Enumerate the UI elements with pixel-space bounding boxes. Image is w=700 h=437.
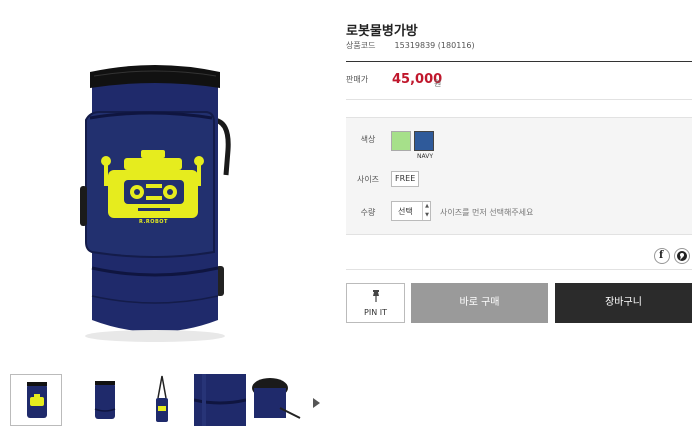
price-label: 판매가 bbox=[346, 75, 369, 84]
thumbnail-strip bbox=[10, 374, 330, 430]
price-row: 판매가 45,000 원 bbox=[346, 70, 692, 94]
color-swatch-caption: NAVY bbox=[417, 153, 433, 160]
stepper-down-icon[interactable]: ▼ bbox=[423, 211, 431, 220]
facebook-icon[interactable]: f bbox=[654, 248, 670, 264]
chevron-right-icon[interactable] bbox=[310, 394, 322, 408]
add-to-cart-button[interactable]: 장바구니 bbox=[555, 283, 692, 323]
thumbnail-front[interactable] bbox=[10, 374, 62, 426]
size-label: 사이즈 bbox=[356, 175, 380, 184]
color-swatch-green[interactable] bbox=[391, 131, 411, 151]
divider bbox=[346, 269, 692, 270]
product-title: 로봇물병가방 bbox=[346, 24, 418, 39]
pin-it-button[interactable]: PIN IT bbox=[346, 283, 405, 323]
product-code-row: 상품코드 15319839 (180116) bbox=[346, 40, 475, 51]
options-panel: 색상 NAVY 사이즈 FREE 수량 선택 ▲ ▼ 사이즈를 먼저 선택해주세… bbox=[346, 117, 692, 235]
stepper-up-icon[interactable]: ▲ bbox=[423, 202, 431, 211]
quantity-value: 선택 bbox=[398, 207, 413, 216]
color-label: 색상 bbox=[360, 135, 376, 144]
size-option-free[interactable]: FREE bbox=[391, 171, 420, 187]
thumbnail-front-plain[interactable] bbox=[78, 374, 130, 426]
quantity-label: 수량 bbox=[360, 208, 376, 217]
quantity-hint: 사이즈를 먼저 선택해주세요 bbox=[440, 208, 534, 217]
thumbnail-detail-zipper[interactable] bbox=[194, 374, 246, 426]
quantity-stepper[interactable]: ▲ ▼ bbox=[422, 202, 431, 220]
divider bbox=[346, 99, 692, 100]
main-product-image: R.ROBOT bbox=[0, 0, 330, 360]
product-code-label: 상품코드 bbox=[346, 41, 376, 50]
pin-it-label: PIN IT bbox=[364, 308, 387, 317]
bag-print-text: R.ROBOT bbox=[139, 219, 168, 225]
price-currency: 원 bbox=[434, 79, 442, 88]
product-code-value: 15319839 (180116) bbox=[394, 41, 475, 50]
color-swatch-navy[interactable] bbox=[414, 131, 434, 151]
kakaostory-icon[interactable] bbox=[674, 248, 690, 264]
divider bbox=[346, 61, 692, 62]
buy-now-button[interactable]: 바로 구매 bbox=[411, 283, 548, 323]
quantity-select[interactable]: 선택 ▲ ▼ bbox=[391, 201, 431, 221]
thumbnail-with-strap[interactable] bbox=[136, 374, 188, 426]
pin-icon bbox=[371, 290, 381, 302]
thumbnail-detail-open[interactable] bbox=[250, 374, 302, 426]
